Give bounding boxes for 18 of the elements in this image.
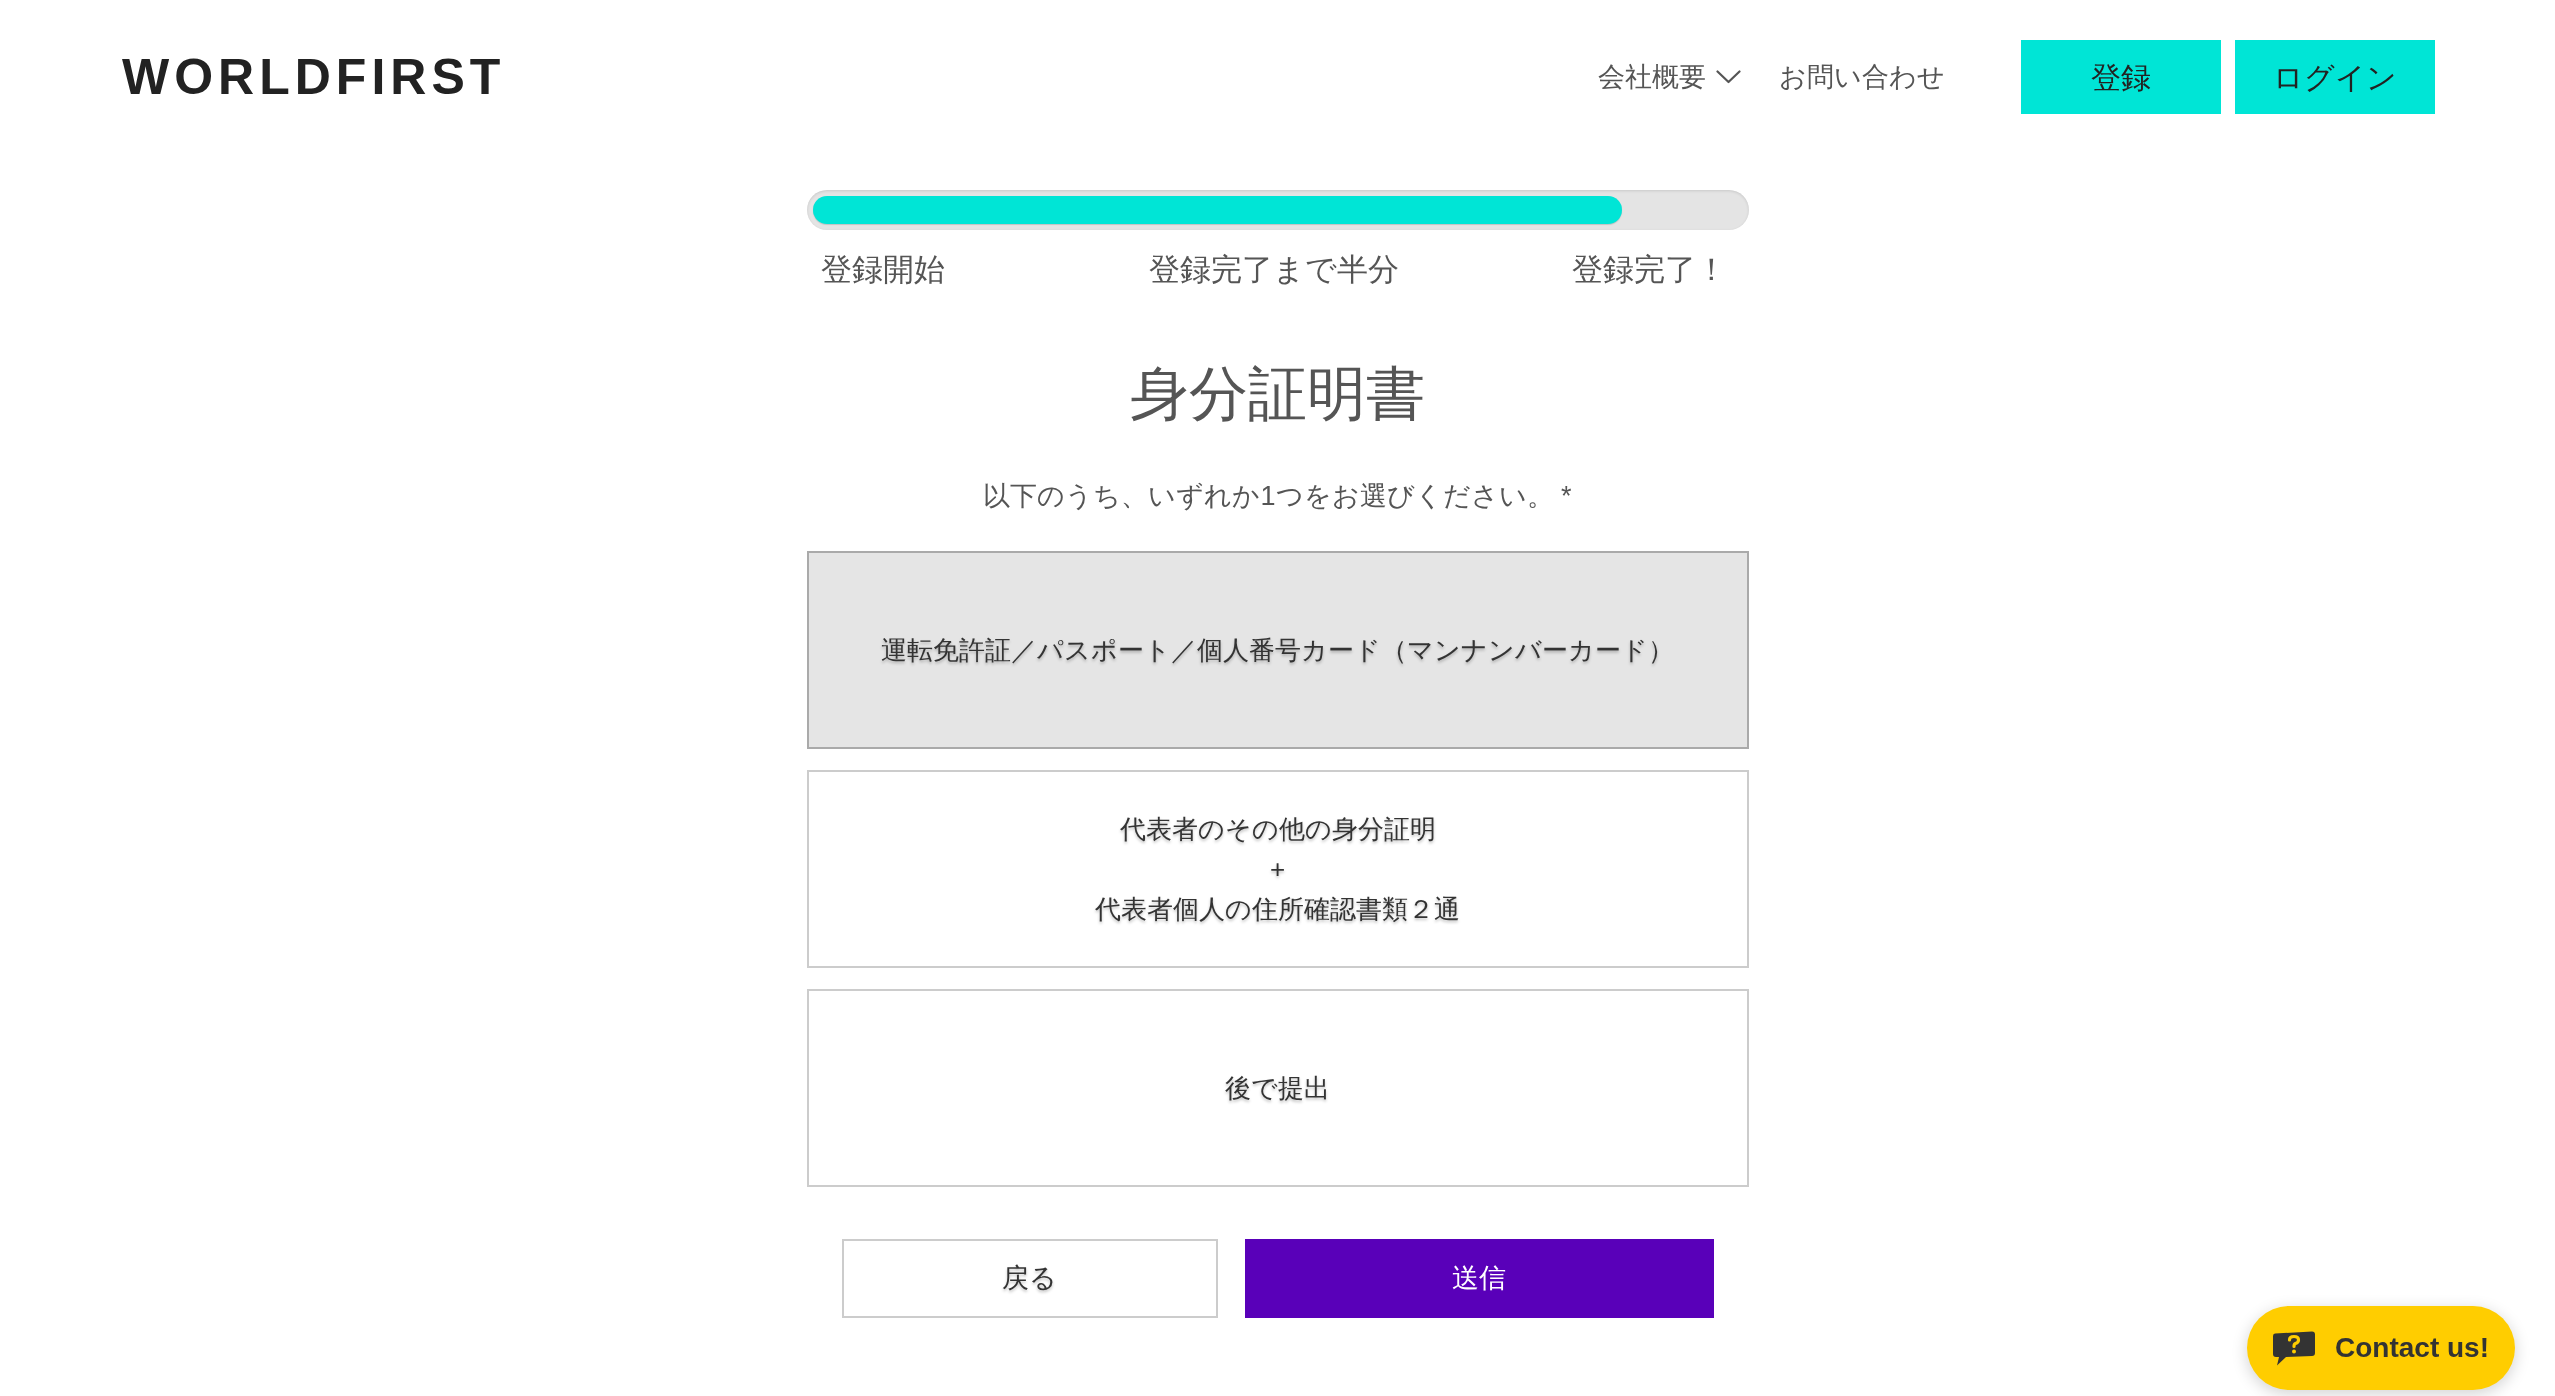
back-button[interactable]: 戻る — [841, 1239, 1218, 1318]
question-bubble-icon — [2273, 1330, 2315, 1366]
nav-dropdown[interactable]: 会社概要 — [1598, 63, 1741, 91]
option-card[interactable]: 後で提出 — [806, 989, 1749, 1187]
progress-step-label: 登録開始 — [820, 252, 946, 288]
page-title: 身分証明書 — [1129, 360, 1426, 429]
submit-button[interactable]: 送信 — [1244, 1239, 1714, 1318]
progress-step-label: 登録完了！ — [1570, 252, 1727, 288]
progress-step-label: 登録完了まで半分 — [1147, 252, 1400, 288]
nav-button[interactable]: ログイン — [2235, 40, 2435, 114]
chevron-down-icon — [1716, 70, 1741, 84]
nav-button[interactable]: 登録 — [2021, 40, 2221, 114]
nav-link[interactable]: お問い合わせ — [1779, 63, 1945, 91]
option-card[interactable]: 運転免許証／パスポート／個人番号カード（マンナンバーカード） — [806, 551, 1749, 749]
instruction-text: 以下のうち、いずれか1つをお選びください。 * — [982, 480, 1573, 513]
contact-button[interactable]: Contact us! — [2247, 1306, 2515, 1390]
option-card[interactable]: 代表者のその他の身分証明 + 代表者個人の住所確認書類２通 — [806, 770, 1749, 968]
logo[interactable]: WORLDFIRST — [122, 52, 506, 102]
